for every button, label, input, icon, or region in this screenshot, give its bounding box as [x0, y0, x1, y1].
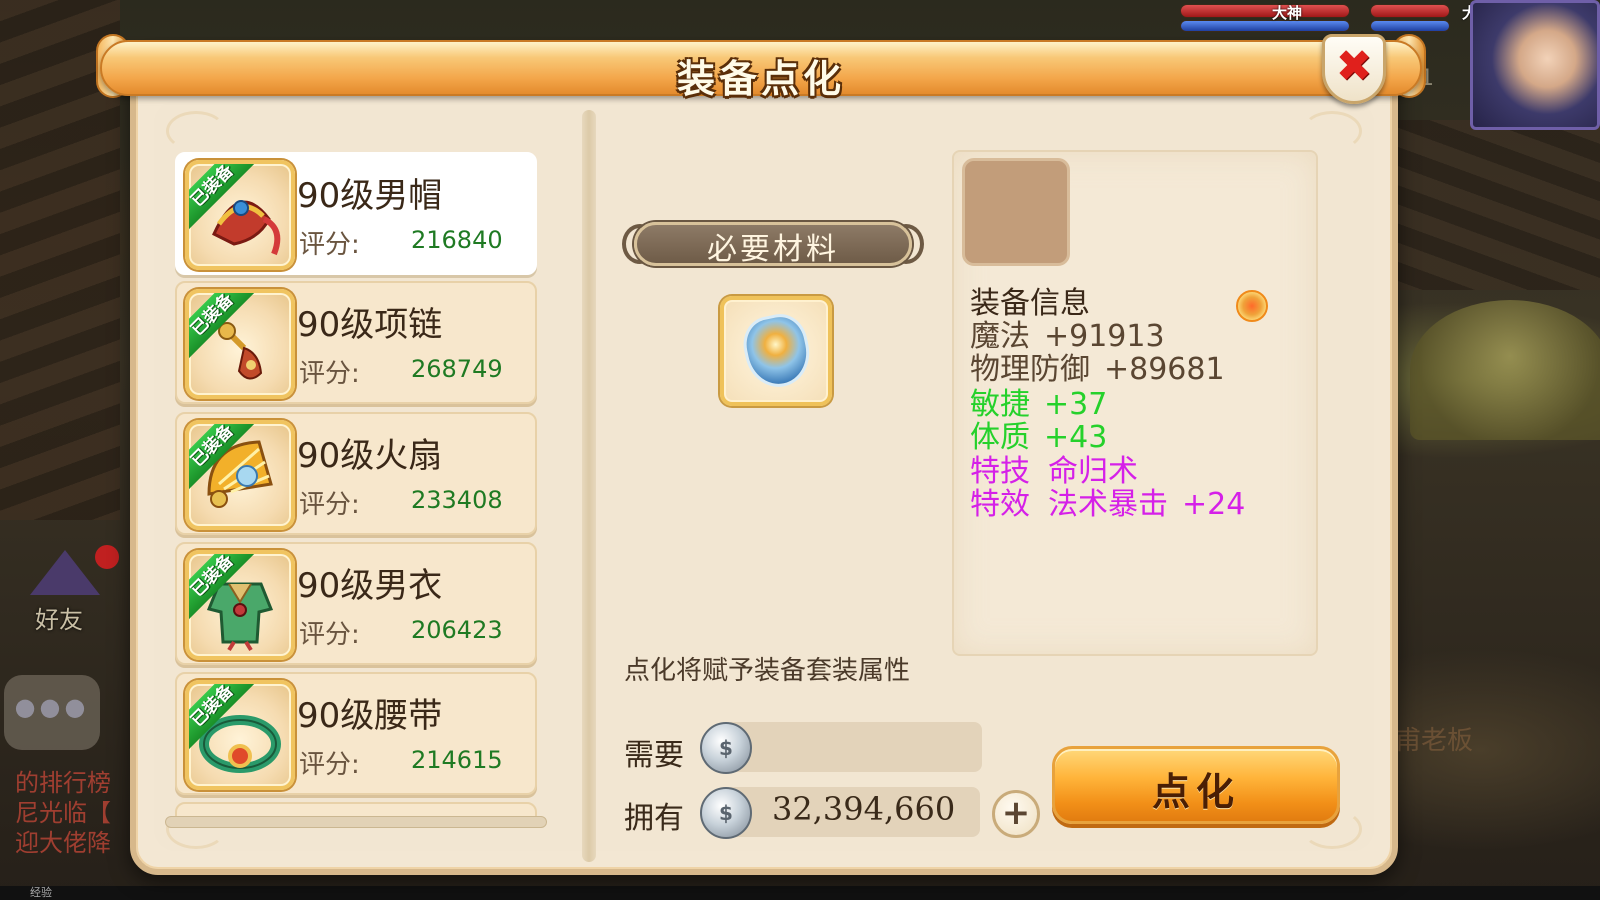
- attribute-special-effect: 特效 法术暴击 +24: [970, 488, 1245, 522]
- hp-bar: [1180, 4, 1350, 18]
- chat-dots-icon: ●●●: [14, 693, 90, 721]
- attribute-value: +91913: [1044, 319, 1165, 354]
- add-currency-button[interactable]: +: [992, 790, 1040, 838]
- necklace-icon: 已装备: [185, 289, 295, 399]
- equipment-name: 90级男帽: [297, 176, 443, 216]
- friend-label: 好友: [35, 606, 83, 634]
- need-value-box: [724, 722, 982, 772]
- refine-button-label: 点化: [1151, 770, 1240, 814]
- gem-icon: [741, 312, 813, 390]
- info-title: 装备信息: [970, 286, 1090, 321]
- attribute-value: +89681: [1104, 352, 1225, 387]
- attribute-name: 物理防御: [970, 352, 1090, 387]
- spiral-icon[interactable]: [1236, 290, 1268, 322]
- attribute-name: 体质: [970, 420, 1030, 455]
- score-label: 评分:: [299, 359, 360, 389]
- score-value: 216840: [411, 226, 503, 254]
- chat-log: 的排行榜 尼光临【 迎大佬降: [15, 768, 145, 858]
- decor-swirl: [166, 111, 226, 151]
- chat-button[interactable]: ●●●: [4, 675, 100, 750]
- decor-swirl: [1302, 111, 1362, 151]
- have-value: 32,394,660: [772, 790, 956, 828]
- player-portrait[interactable]: [1470, 0, 1600, 130]
- exp-bar: 经验: [0, 886, 1600, 900]
- equipment-name: 90级腰带: [297, 696, 443, 736]
- friend-button[interactable]: 好友: [20, 545, 119, 640]
- material-slot[interactable]: [720, 296, 832, 406]
- equipment-item-necklace[interactable]: 已装备 90级项链 评分: 268749: [175, 281, 537, 404]
- equipment-name: 90级男衣: [297, 566, 443, 606]
- equipment-name: 90级火扇: [297, 436, 443, 476]
- attribute-value: 命归术: [1048, 454, 1138, 489]
- mp-bar: [1180, 20, 1350, 32]
- required-materials-label: 必要材料: [707, 232, 839, 267]
- equipment-list[interactable]: 已装备 90级男帽 评分: 216840 已装备 90级项链 评分: 26874…: [175, 150, 537, 824]
- fan-icon: 已装备: [185, 420, 295, 530]
- equipment-item-armor[interactable]: 已装备 90级男衣 评分: 206423: [175, 542, 537, 665]
- attribute-agility: 敏捷 +37: [970, 388, 1107, 422]
- score-label: 评分:: [299, 620, 360, 650]
- equipment-name: 90级项链: [297, 305, 443, 345]
- score-value: 214615: [411, 746, 503, 774]
- need-label: 需要: [624, 738, 684, 773]
- attribute-value: 法术暴击: [1048, 487, 1168, 522]
- chat-line: 尼光临【: [15, 799, 111, 827]
- status-label-1: 大神: [1272, 4, 1303, 22]
- attribute-value: +43: [1044, 420, 1108, 455]
- dialog-title: 装备点化: [676, 57, 845, 101]
- attribute-constitution: 体质 +43: [970, 421, 1107, 455]
- chat-line: 迎大佬降: [15, 829, 111, 857]
- refine-hint: 点化将赋予装备套装属性: [624, 656, 911, 686]
- refine-button[interactable]: 点化: [1052, 746, 1340, 824]
- belt-icon: 已装备: [185, 680, 295, 790]
- have-label: 拥有: [624, 801, 684, 836]
- equipment-item-hat[interactable]: 已装备 90级男帽 评分: 216840: [175, 152, 537, 275]
- close-icon: ✖: [1335, 41, 1373, 92]
- attribute-name: 敏捷: [970, 387, 1030, 422]
- title-bar: 装备点化: [100, 40, 1422, 101]
- close-button[interactable]: ✖: [1322, 34, 1386, 104]
- attribute-physical-defense: 物理防御 +89681: [970, 353, 1225, 387]
- equipment-preview-slot: [962, 158, 1070, 266]
- silver-coin-icon: $: [700, 722, 752, 774]
- panel-divider: [582, 110, 596, 862]
- background-roof-right: [1370, 120, 1600, 290]
- required-materials-banner: 必要材料: [622, 216, 924, 272]
- attribute-magic: 魔法 +91913: [970, 320, 1165, 354]
- background-side-text: 甫老板: [1395, 726, 1474, 756]
- mp-bar-2: [1370, 20, 1450, 32]
- list-scrollbar[interactable]: [165, 816, 547, 828]
- chat-line: 的排行榜: [15, 769, 111, 797]
- plus-icon: +: [1001, 793, 1031, 833]
- hat-icon: 已装备: [185, 160, 295, 270]
- armor-icon: 已装备: [185, 550, 295, 660]
- score-label: 评分:: [299, 490, 360, 520]
- hp-bar-2: [1370, 4, 1450, 18]
- attribute-special-skill: 特技 命归术: [970, 455, 1138, 489]
- notification-dot: [95, 545, 119, 569]
- attribute-value: +37: [1044, 387, 1108, 422]
- attribute-extra: +24: [1182, 487, 1246, 522]
- score-value: 206423: [411, 616, 503, 644]
- score-label: 评分:: [299, 230, 360, 260]
- score-label: 评分:: [299, 750, 360, 780]
- background-umbrella: [1410, 300, 1600, 440]
- silver-coin-icon: $: [700, 787, 752, 839]
- equipment-item-belt[interactable]: 已装备 90级腰带 评分: 214615: [175, 672, 537, 795]
- attribute-name: 魔法: [970, 319, 1030, 354]
- score-value: 268749: [411, 355, 503, 383]
- score-value: 233408: [411, 486, 503, 514]
- friend-hat-icon: [30, 550, 100, 595]
- equipment-item-fan[interactable]: 已装备 90级火扇 评分: 233408: [175, 412, 537, 535]
- exp-label: 经验: [30, 886, 52, 899]
- attribute-name: 特效: [970, 487, 1030, 522]
- attribute-name: 特技: [970, 454, 1030, 489]
